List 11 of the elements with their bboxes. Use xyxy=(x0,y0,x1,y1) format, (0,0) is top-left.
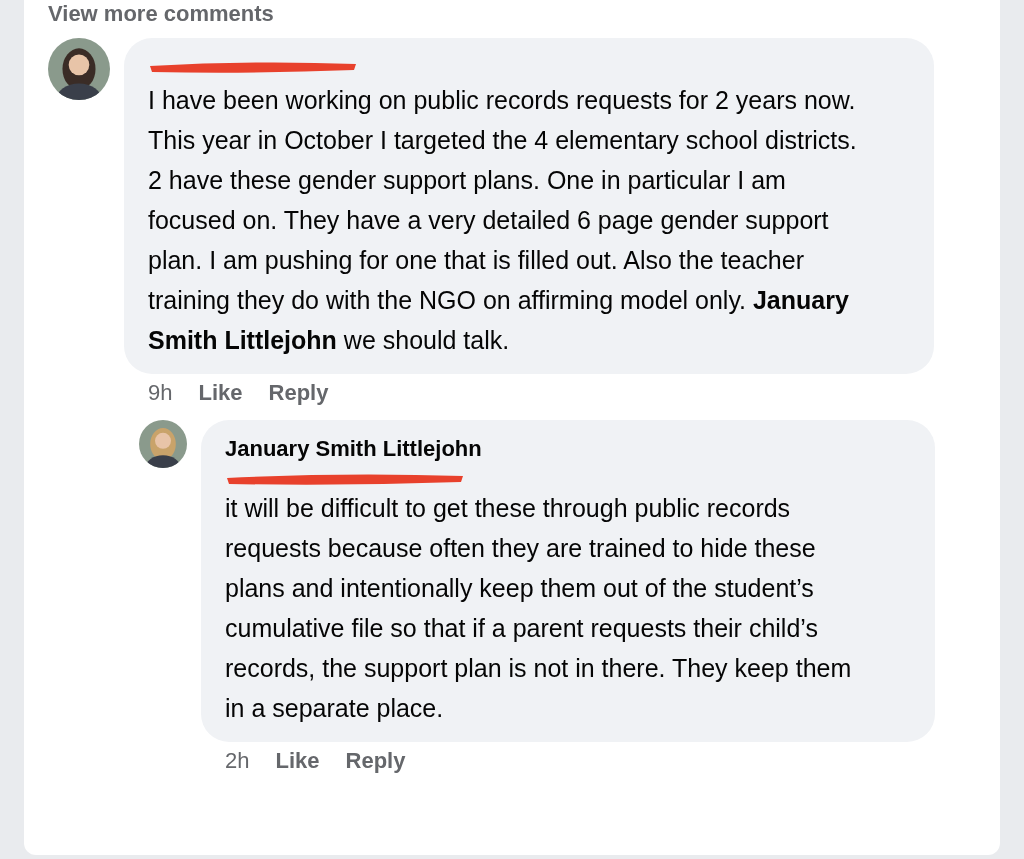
like-link[interactable]: Like xyxy=(275,748,320,774)
view-more-comments-link[interactable]: View more comments xyxy=(48,2,274,26)
comment-time: 9h xyxy=(148,380,173,406)
comment-time: 2h xyxy=(225,748,250,774)
like-link[interactable]: Like xyxy=(198,380,243,406)
reply-link[interactable]: Reply xyxy=(345,748,406,774)
avatar[interactable] xyxy=(139,420,187,468)
comment-author[interactable]: January Smith Littlejohn xyxy=(225,434,865,464)
comment-text: it will be difficult to get these through public records requests because often they are trained to hide these plans and intentionally keep them out of the student’s cumulative file so that if a parent requests their child’s records, the support plan is not in there. They keep them in a separate place. xyxy=(225,493,853,724)
reply-link[interactable]: Reply xyxy=(268,380,329,406)
comment-text: I have been working on public records requests for 2 years now. This year in October I targeted the 4 elementary school districts. 2 have these gender support plans. One in particular I am focused on. They have a very detailed 6 page gender support plan. I am pushing for one that is filled out. Also the teacher training they do with the NGO on affirming model only. January Smith Littlejohn we should talk. xyxy=(148,85,858,356)
